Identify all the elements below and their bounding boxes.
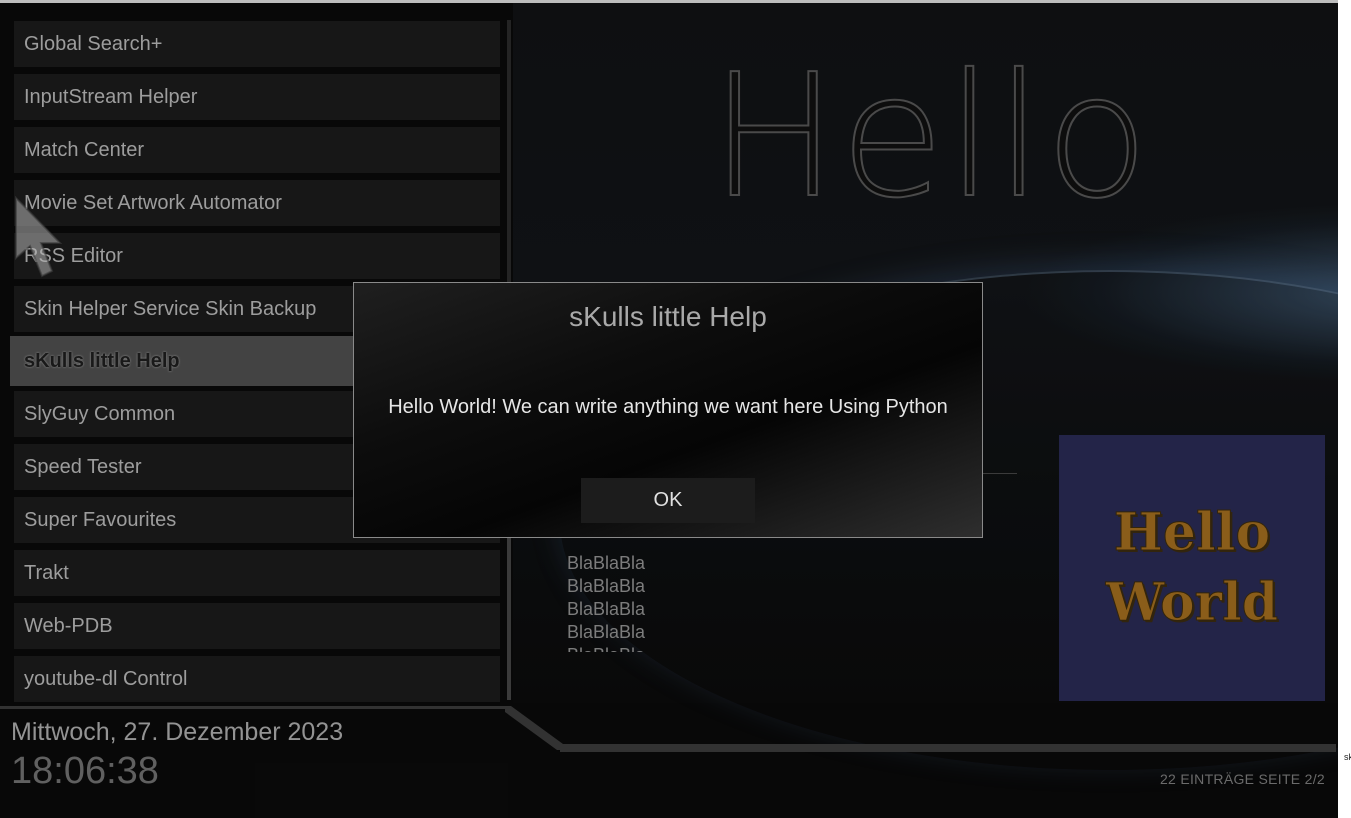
- list-item-web-pdb[interactable]: Web-PDB: [14, 603, 500, 649]
- addon-poster: Hello World: [1059, 435, 1325, 701]
- ok-button[interactable]: OK: [581, 478, 755, 523]
- list-divider-lower: [507, 538, 511, 700]
- page-info: 22 EINTRÄGE SEITE 2/2: [1159, 771, 1325, 787]
- poster-text-line1: Hello: [1113, 502, 1271, 564]
- footer-clock: 18:06:38: [11, 750, 159, 792]
- footer-bar-left: [0, 706, 505, 709]
- preview-title: Hello: [709, 38, 1151, 236]
- list-item-match-center[interactable]: Match Center: [14, 127, 500, 173]
- description-line: BlaBlaBla: [567, 622, 646, 642]
- dialog-title: sKulls little Help: [569, 301, 767, 332]
- right-edge-label: sk: [1344, 752, 1351, 762]
- description-line: BlaBlaBla: [567, 644, 687, 652]
- description-line: BlaBlaBla: [567, 576, 646, 596]
- footer-bar-right: [560, 744, 1336, 752]
- ok-dialog: sKulls little Help Hello World! We can w…: [353, 282, 983, 538]
- right-edge-panel: [1338, 0, 1351, 818]
- footer-date: Mittwoch, 27. Dezember 2023: [11, 718, 344, 746]
- kodi-screen: Hello BlaBlaBla BlaBlaBla BlaBlaBla BlaB…: [0, 0, 1351, 818]
- list-item-movie-set-artwork[interactable]: Movie Set Artwork Automator: [14, 180, 500, 226]
- description-line: BlaBlaBla: [567, 553, 646, 573]
- dialog-message: Hello World! We can write anything we wa…: [388, 396, 948, 418]
- poster-text-line2: World: [1105, 572, 1279, 634]
- list-item-trakt[interactable]: Trakt: [14, 550, 500, 596]
- list-item-global-search[interactable]: Global Search+: [14, 21, 500, 67]
- list-item-inputstream-helper[interactable]: InputStream Helper: [14, 74, 500, 120]
- list-item-rss-editor[interactable]: RSS Editor: [14, 233, 500, 279]
- list-item-youtube-dl-control[interactable]: youtube-dl Control: [14, 656, 500, 702]
- preview-description: BlaBlaBla BlaBlaBla BlaBlaBla BlaBlaBla …: [567, 552, 687, 652]
- description-line: BlaBlaBla: [567, 599, 646, 619]
